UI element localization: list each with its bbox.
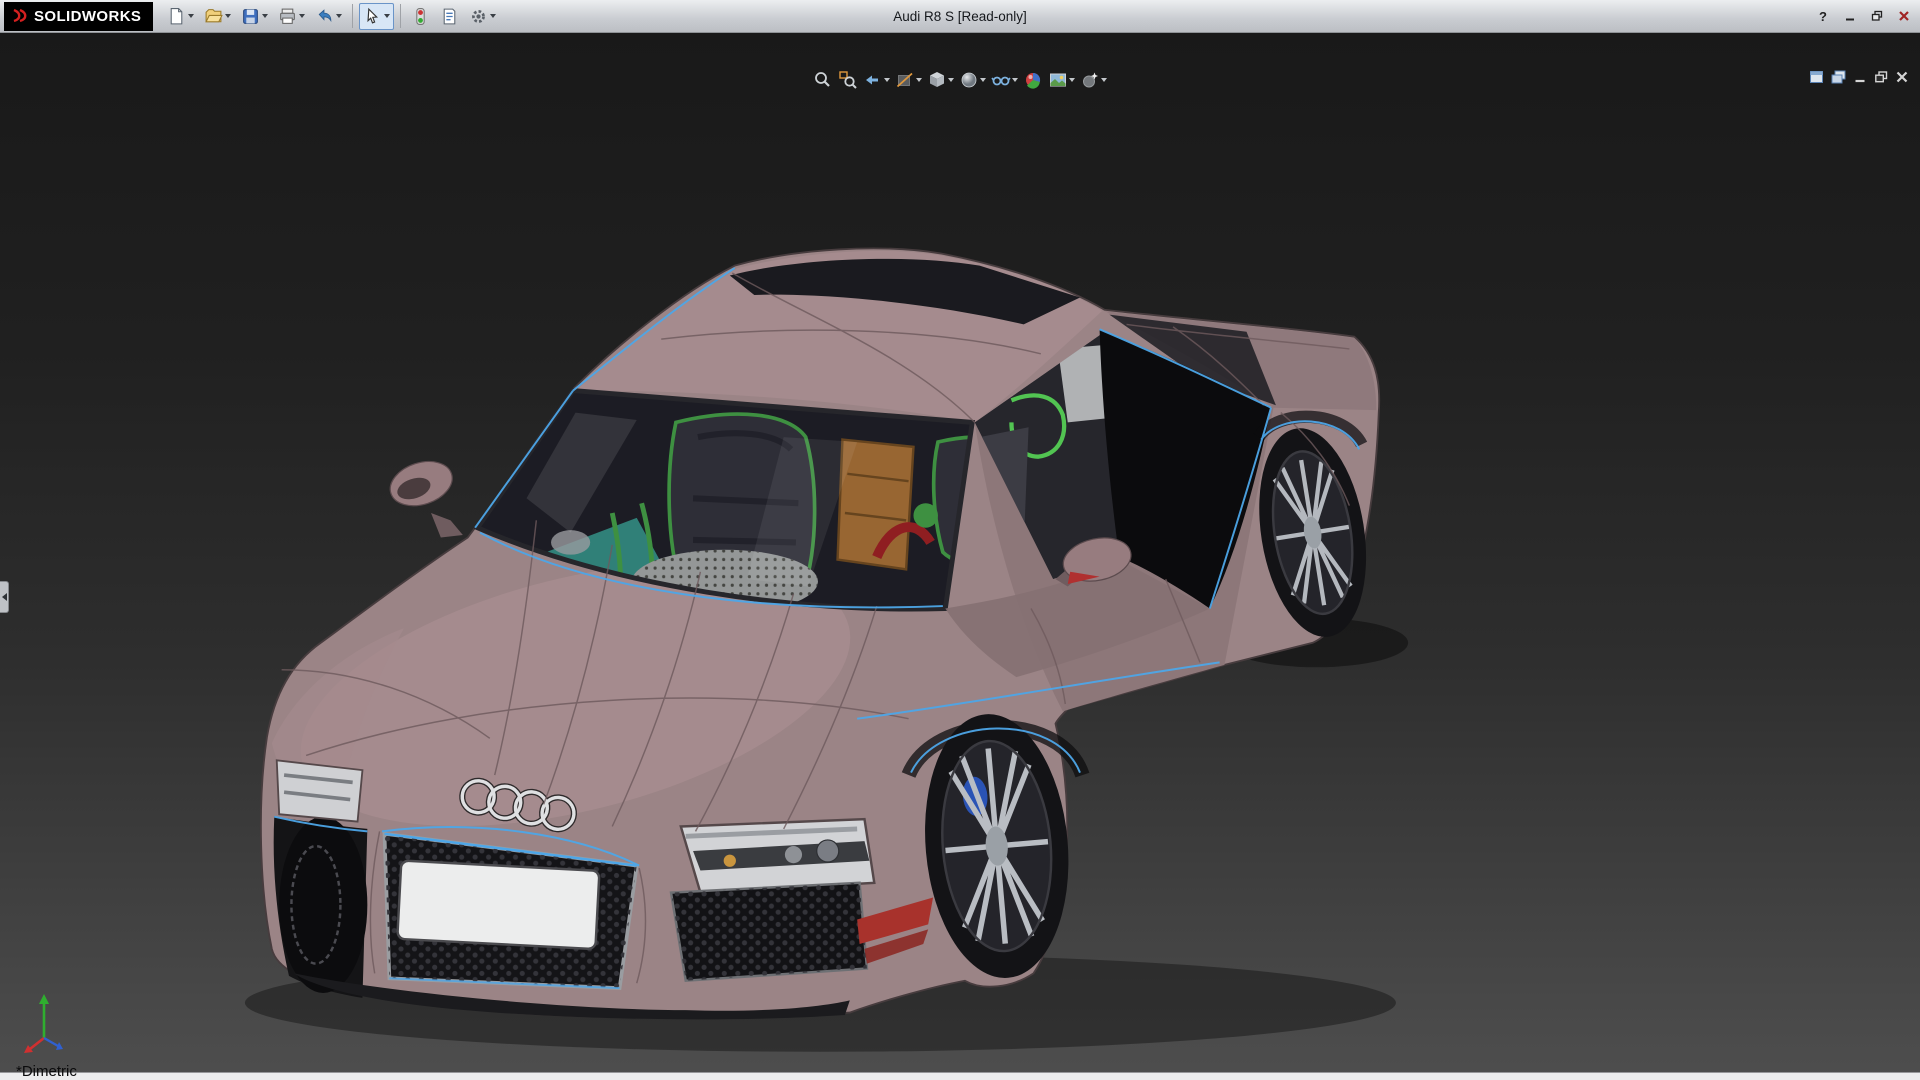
document-window-controls: [1808, 69, 1910, 85]
close-document-icon: [1894, 69, 1910, 85]
save-button[interactable]: [237, 3, 272, 30]
dropdown-caret[interactable]: [336, 14, 342, 18]
dropdown-caret[interactable]: [225, 14, 231, 18]
new-document-icon: [167, 7, 186, 26]
cascade-windows-button[interactable]: [1830, 69, 1847, 85]
orientation-triad: [16, 986, 88, 1058]
minimize-document-button[interactable]: [1852, 69, 1868, 85]
license-plate: [397, 861, 599, 950]
car-model-audi-r8: [0, 33, 1920, 1080]
display-style-button[interactable]: [958, 69, 987, 91]
file-properties-icon: [440, 7, 459, 26]
dropdown-caret[interactable]: [980, 78, 986, 82]
feature-panel-collapse-handle[interactable]: [0, 581, 9, 613]
print-button[interactable]: [274, 3, 309, 30]
minimize-button[interactable]: [1838, 6, 1862, 27]
edit-appearance-button[interactable]: [1022, 69, 1044, 91]
options-gear-icon: [469, 7, 488, 26]
minimize-icon: [1843, 9, 1857, 23]
minimize-document-icon: [1852, 69, 1868, 85]
solidworks-logo-icon: [12, 8, 28, 24]
toolbar-separator: [400, 4, 401, 28]
rebuild-button[interactable]: [407, 3, 434, 30]
section-view-button[interactable]: [894, 69, 923, 91]
view-orientation-label: *Dimetric: [16, 1063, 77, 1080]
undo-button[interactable]: [311, 3, 346, 30]
solidworks-logo-text: SOLIDWORKS: [34, 8, 141, 25]
main-toolbar: [163, 3, 500, 30]
solidworks-logo: SOLIDWORKS: [4, 2, 153, 31]
view-settings-icon: [1080, 70, 1100, 90]
hide-show-items-icon: [991, 70, 1011, 90]
section-view-icon: [895, 70, 915, 90]
rebuild-traffic-light-icon: [411, 7, 430, 26]
dropdown-caret[interactable]: [1012, 78, 1018, 82]
select-cursor-icon: [363, 7, 382, 26]
restore-document-icon: [1873, 69, 1889, 85]
print-icon: [278, 7, 297, 26]
zoom-to-fit-button[interactable]: [812, 69, 834, 91]
toolbar-separator: [352, 4, 353, 28]
cascade-windows-icon: [1830, 69, 1847, 85]
previous-view-button[interactable]: [862, 69, 891, 91]
window-title: Audi R8 S [Read-only]: [893, 0, 1027, 33]
view-orientation-button[interactable]: [926, 69, 955, 91]
save-icon: [241, 7, 260, 26]
close-icon: [1897, 9, 1911, 23]
view-settings-button[interactable]: [1079, 69, 1108, 91]
window-controls: ?: [1811, 6, 1916, 27]
options-button[interactable]: [465, 3, 500, 30]
new-window-icon: [1808, 69, 1825, 85]
collapse-arrow-icon: [2, 593, 7, 601]
close-document-button[interactable]: [1894, 69, 1910, 85]
apply-scene-icon: [1048, 70, 1068, 90]
help-button[interactable]: ?: [1811, 6, 1835, 27]
maximize-icon: [1870, 9, 1884, 23]
graphics-viewport[interactable]: *Dimetric: [0, 33, 1920, 1080]
heads-up-toolbar: [812, 69, 1108, 91]
file-properties-button[interactable]: [436, 3, 463, 30]
hide-show-items-button[interactable]: [990, 69, 1019, 91]
zoom-to-area-icon: [838, 70, 858, 90]
titlebar: SOLIDWORKS: [0, 0, 1920, 33]
new-window-button[interactable]: [1808, 69, 1825, 85]
apply-scene-button[interactable]: [1047, 69, 1076, 91]
dropdown-caret[interactable]: [299, 14, 305, 18]
view-orientation-cube-icon: [927, 70, 947, 90]
select-button[interactable]: [359, 3, 394, 30]
status-bar: [0, 1072, 1920, 1080]
dropdown-caret[interactable]: [384, 14, 390, 18]
open-button[interactable]: [200, 3, 235, 30]
dropdown-caret[interactable]: [916, 78, 922, 82]
dropdown-caret[interactable]: [490, 14, 496, 18]
edit-appearance-icon: [1023, 70, 1043, 90]
previous-view-icon: [863, 70, 883, 90]
dropdown-caret[interactable]: [262, 14, 268, 18]
display-style-icon: [959, 70, 979, 90]
open-icon: [204, 7, 223, 26]
dropdown-caret[interactable]: [188, 14, 194, 18]
dropdown-caret[interactable]: [884, 78, 890, 82]
close-button[interactable]: [1892, 6, 1916, 27]
undo-icon: [315, 7, 334, 26]
maximize-button[interactable]: [1865, 6, 1889, 27]
dropdown-caret[interactable]: [1069, 78, 1075, 82]
restore-document-button[interactable]: [1873, 69, 1889, 85]
dropdown-caret[interactable]: [1101, 78, 1107, 82]
solidworks-window: SOLIDWORKS: [0, 0, 1920, 1080]
zoom-to-fit-icon: [813, 70, 833, 90]
dropdown-caret[interactable]: [948, 78, 954, 82]
zoom-to-area-button[interactable]: [837, 69, 859, 91]
new-document-button[interactable]: [163, 3, 198, 30]
